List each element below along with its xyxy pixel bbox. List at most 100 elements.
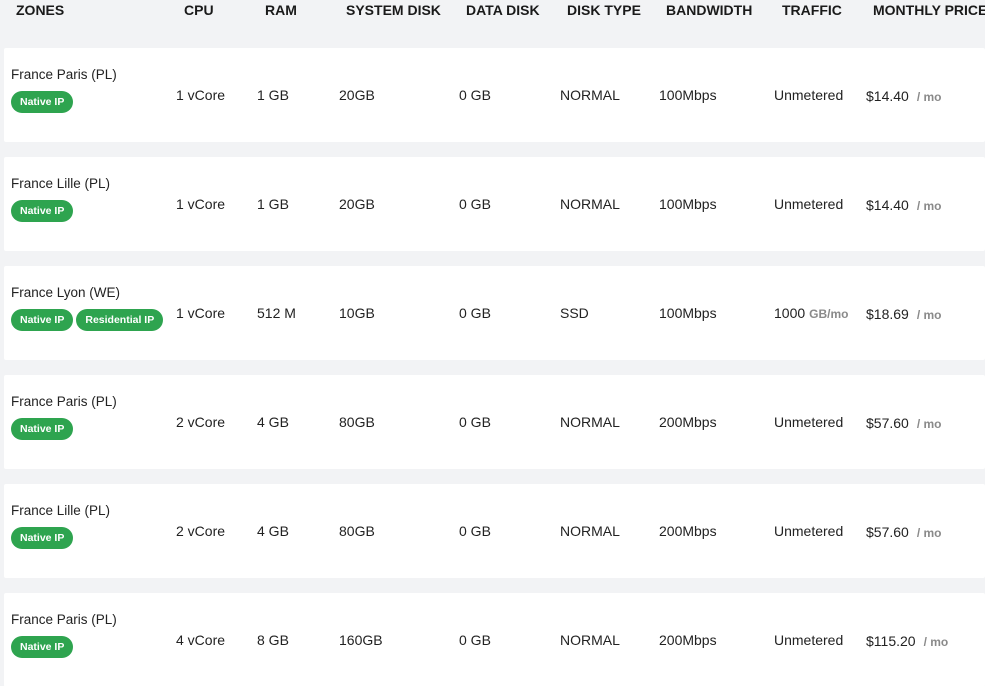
- zone-name: France Lille (PL): [11, 176, 111, 191]
- header-ram: RAM: [265, 2, 297, 18]
- header-disk-type: DISK TYPE: [567, 2, 641, 18]
- header-bandwidth: BANDWIDTH: [666, 2, 753, 18]
- ram-value: 1 GB: [257, 196, 289, 212]
- data-disk-value: 0 GB: [459, 414, 491, 430]
- price-value: $14.40: [866, 197, 909, 213]
- price-cell: $57.60 / mo: [866, 524, 942, 540]
- price-cell: $18.69 / mo: [866, 306, 942, 322]
- table-header: ZONES CPU RAM SYSTEM DISK DATA DISK DISK…: [0, 0, 985, 34]
- header-monthly-price: MONTHLY PRICE: [873, 2, 985, 18]
- data-disk-value: 0 GB: [459, 305, 491, 321]
- data-disk-value: 0 GB: [459, 523, 491, 539]
- system-disk-value: 160GB: [339, 632, 383, 648]
- price-value: $18.69: [866, 306, 909, 322]
- bandwidth-value: 200Mbps: [659, 523, 717, 539]
- table-row[interactable]: France Lille (PL) Native IP 1 vCore 1 GB…: [4, 157, 985, 251]
- zone-name: France Paris (PL): [11, 67, 117, 82]
- ram-value: 8 GB: [257, 632, 289, 648]
- disk-type-value: NORMAL: [560, 523, 620, 539]
- pricing-table: ZONES CPU RAM SYSTEM DISK DATA DISK DISK…: [0, 0, 985, 686]
- zone-badges: Native IP: [11, 91, 74, 113]
- price-suffix: / mo: [916, 199, 942, 213]
- zone-badges: Native IP: [11, 527, 74, 549]
- price-cell: $115.20 / mo: [866, 633, 948, 649]
- price-value: $57.60: [866, 415, 909, 431]
- price-cell: $14.40 / mo: [866, 197, 942, 213]
- zone-name: France Lyon (WE): [11, 285, 121, 300]
- ram-value: 1 GB: [257, 87, 289, 103]
- system-disk-value: 20GB: [339, 87, 375, 103]
- cpu-value: 1 vCore: [176, 87, 226, 103]
- cpu-value: 2 vCore: [176, 523, 226, 539]
- header-traffic: TRAFFIC: [782, 2, 842, 18]
- disk-type-value: NORMAL: [560, 632, 620, 648]
- traffic-value: Unmetered: [774, 414, 844, 430]
- native-ip-badge: Native IP: [11, 527, 74, 549]
- traffic-value: Unmetered: [774, 87, 844, 103]
- zone-badges: Native IP Residential IP: [11, 309, 164, 331]
- system-disk-value: 20GB: [339, 196, 375, 212]
- zone-name: France Paris (PL): [11, 394, 117, 409]
- data-disk-value: 0 GB: [459, 196, 491, 212]
- traffic-cell: Unmetered: [774, 196, 847, 212]
- zone-badges: Native IP: [11, 200, 74, 222]
- native-ip-badge: Native IP: [11, 200, 74, 222]
- table-row[interactable]: France Paris (PL) Native IP 1 vCore 1 GB…: [4, 48, 985, 142]
- residential-ip-badge: Residential IP: [76, 309, 164, 331]
- zone-name: France Lille (PL): [11, 503, 111, 518]
- disk-type-value: SSD: [560, 305, 589, 321]
- disk-type-value: NORMAL: [560, 196, 620, 212]
- zone-badges: Native IP: [11, 418, 74, 440]
- cpu-value: 4 vCore: [176, 632, 226, 648]
- native-ip-badge: Native IP: [11, 309, 74, 331]
- cpu-value: 2 vCore: [176, 414, 226, 430]
- header-data-disk: DATA DISK: [466, 2, 540, 18]
- cpu-value: 1 vCore: [176, 305, 226, 321]
- data-disk-value: 0 GB: [459, 87, 491, 103]
- table-row[interactable]: France Lille (PL) Native IP 2 vCore 4 GB…: [4, 484, 985, 578]
- traffic-unit: GB/mo: [809, 307, 849, 321]
- traffic-cell: Unmetered: [774, 414, 847, 430]
- header-cpu: CPU: [184, 2, 214, 18]
- system-disk-value: 80GB: [339, 414, 375, 430]
- bandwidth-value: 100Mbps: [659, 305, 717, 321]
- data-disk-value: 0 GB: [459, 632, 491, 648]
- price-suffix: / mo: [916, 90, 942, 104]
- disk-type-value: NORMAL: [560, 87, 620, 103]
- traffic-cell: Unmetered: [774, 87, 847, 103]
- table-row[interactable]: France Paris (PL) Native IP 2 vCore 4 GB…: [4, 375, 985, 469]
- bandwidth-value: 200Mbps: [659, 632, 717, 648]
- native-ip-badge: Native IP: [11, 636, 74, 658]
- system-disk-value: 10GB: [339, 305, 375, 321]
- table-row[interactable]: France Paris (PL) Native IP 4 vCore 8 GB…: [4, 593, 985, 686]
- ram-value: 4 GB: [257, 523, 289, 539]
- bandwidth-value: 100Mbps: [659, 196, 717, 212]
- price-suffix: / mo: [916, 526, 942, 540]
- price-cell: $57.60 / mo: [866, 415, 942, 431]
- traffic-cell: Unmetered: [774, 632, 847, 648]
- price-value: $14.40: [866, 88, 909, 104]
- price-value: $57.60: [866, 524, 909, 540]
- traffic-value: Unmetered: [774, 523, 844, 539]
- ram-value: 4 GB: [257, 414, 289, 430]
- system-disk-value: 80GB: [339, 523, 375, 539]
- zone-badges: Native IP: [11, 636, 74, 658]
- zone-name: France Paris (PL): [11, 612, 117, 627]
- plan-rows: France Paris (PL) Native IP 1 vCore 1 GB…: [4, 48, 985, 686]
- native-ip-badge: Native IP: [11, 91, 74, 113]
- traffic-cell: Unmetered: [774, 523, 847, 539]
- cpu-value: 1 vCore: [176, 196, 226, 212]
- table-row[interactable]: France Lyon (WE) Native IP Residential IP…: [4, 266, 985, 360]
- header-system-disk: SYSTEM DISK: [346, 2, 441, 18]
- price-suffix: / mo: [916, 308, 942, 322]
- price-suffix: / mo: [916, 417, 942, 431]
- ram-value: 512 M: [257, 305, 296, 321]
- bandwidth-value: 100Mbps: [659, 87, 717, 103]
- header-zones: ZONES: [16, 2, 65, 18]
- disk-type-value: NORMAL: [560, 414, 620, 430]
- bandwidth-value: 200Mbps: [659, 414, 717, 430]
- traffic-value: Unmetered: [774, 632, 844, 648]
- traffic-value: 1000: [774, 305, 806, 321]
- price-value: $115.20: [866, 633, 916, 649]
- traffic-cell: 1000 GB/mo: [774, 305, 849, 321]
